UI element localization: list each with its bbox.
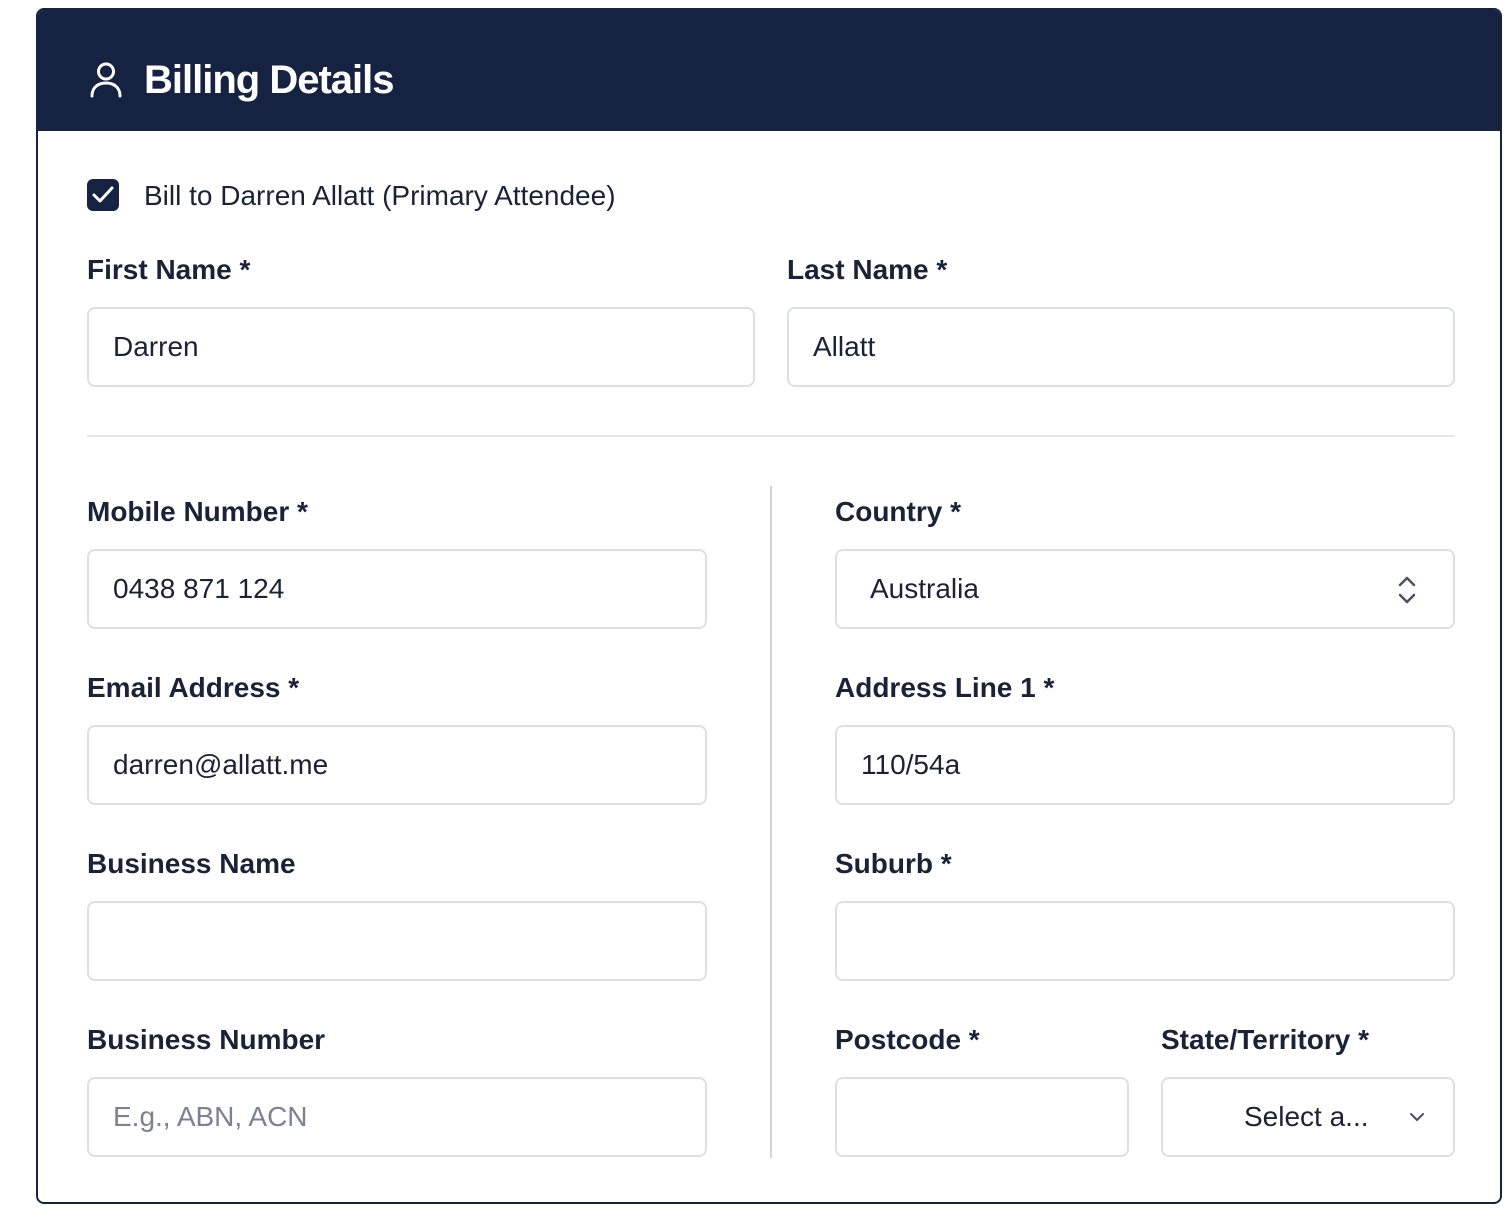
page-title: Billing Details [144, 58, 394, 102]
business-number-input[interactable]: E.g., ABN, ACN [87, 1077, 707, 1157]
billing-details-card: Billing Details Bill to Darren Allatt (P… [36, 8, 1502, 1204]
mobile-number-input[interactable]: 0438 871 124 [87, 549, 707, 629]
checkmark-icon [92, 186, 114, 203]
business-name-input[interactable] [87, 901, 707, 981]
column-divider [770, 486, 772, 1158]
postcode-label: Postcode * [835, 1024, 980, 1055]
state-territory-select[interactable]: Select a... [1161, 1077, 1455, 1157]
suburb-label: Suburb * [835, 848, 952, 879]
address-line1-input[interactable]: 110/54a [835, 725, 1455, 805]
last-name-input[interactable]: Allatt [787, 307, 1455, 387]
bill-to-primary-checkbox[interactable] [87, 179, 119, 211]
email-address-input[interactable]: darren@allatt.me [87, 725, 707, 805]
last-name-label: Last Name * [787, 254, 948, 285]
business-name-label: Business Name [87, 848, 296, 879]
suburb-input[interactable] [835, 901, 1455, 981]
postcode-input[interactable] [835, 1077, 1129, 1157]
mobile-number-label: Mobile Number * [87, 496, 308, 527]
card-header: Billing Details [38, 10, 1500, 131]
user-icon [90, 62, 122, 98]
first-name-label: First Name * [87, 254, 251, 285]
email-address-label: Email Address * [87, 672, 300, 703]
country-select[interactable]: Australia [835, 549, 1455, 629]
first-name-input[interactable]: Darren [87, 307, 755, 387]
bill-to-primary-label[interactable]: Bill to Darren Allatt (Primary Attendee) [144, 180, 616, 212]
business-number-label: Business Number [87, 1024, 326, 1055]
chevron-up-down-icon [1398, 576, 1416, 604]
address-line1-label: Address Line 1 * [835, 672, 1055, 703]
state-territory-label: State/Territory * [1161, 1024, 1369, 1055]
chevron-down-icon [1410, 1113, 1424, 1121]
section-divider [87, 435, 1455, 437]
state-territory-select-value: Select a... [1244, 1101, 1369, 1132]
country-label: Country * [835, 496, 961, 527]
country-select-value: Australia [870, 573, 979, 604]
